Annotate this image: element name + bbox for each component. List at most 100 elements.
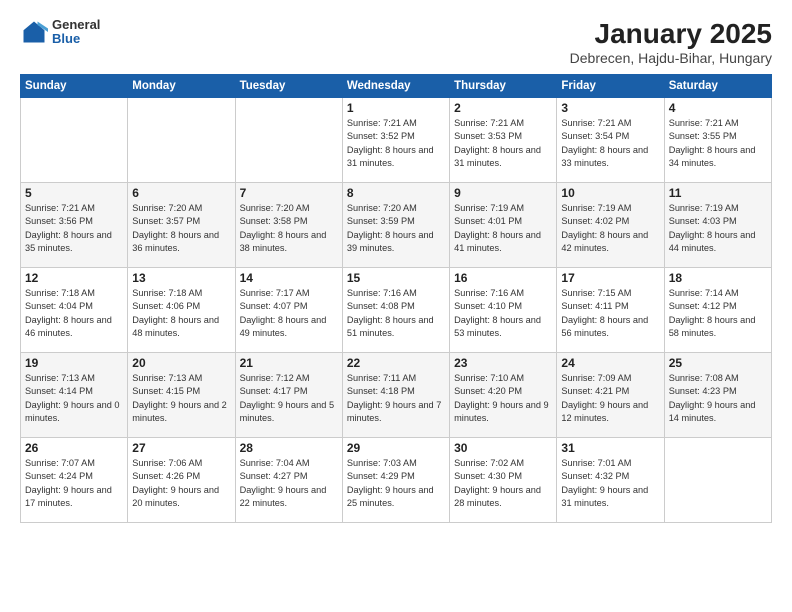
- day-number: 27: [132, 441, 230, 455]
- calendar-week-row: 12 Sunrise: 7:18 AM Sunset: 4:04 PM Dayli…: [21, 268, 772, 353]
- day-number: 29: [347, 441, 445, 455]
- day-number: 30: [454, 441, 552, 455]
- logo-blue: Blue: [52, 32, 100, 46]
- day-number: 11: [669, 186, 767, 200]
- calendar-week-row: 26 Sunrise: 7:07 AM Sunset: 4:24 PM Dayli…: [21, 438, 772, 523]
- weekday-header-row: Sunday Monday Tuesday Wednesday Thursday…: [21, 75, 772, 98]
- table-row: 31 Sunrise: 7:01 AM Sunset: 4:32 PM Dayli…: [557, 438, 664, 523]
- logo-text: General Blue: [52, 18, 100, 47]
- header-saturday: Saturday: [664, 75, 771, 98]
- table-row: [128, 98, 235, 183]
- table-row: 9 Sunrise: 7:19 AM Sunset: 4:01 PM Daylig…: [450, 183, 557, 268]
- calendar-subtitle: Debrecen, Hajdu-Bihar, Hungary: [570, 50, 772, 66]
- day-info: Sunrise: 7:03 AM Sunset: 4:29 PM Dayligh…: [347, 457, 445, 510]
- day-info: Sunrise: 7:21 AM Sunset: 3:54 PM Dayligh…: [561, 117, 659, 170]
- table-row: 18 Sunrise: 7:14 AM Sunset: 4:12 PM Dayli…: [664, 268, 771, 353]
- day-number: 12: [25, 271, 123, 285]
- table-row: 12 Sunrise: 7:18 AM Sunset: 4:04 PM Dayli…: [21, 268, 128, 353]
- day-number: 8: [347, 186, 445, 200]
- day-number: 1: [347, 101, 445, 115]
- day-info: Sunrise: 7:08 AM Sunset: 4:23 PM Dayligh…: [669, 372, 767, 425]
- table-row: 13 Sunrise: 7:18 AM Sunset: 4:06 PM Dayli…: [128, 268, 235, 353]
- table-row: 30Sunrise: 7:02 AM Sunset: 4:30 PM Dayli…: [450, 438, 557, 523]
- day-info: Sunrise: 7:07 AM Sunset: 4:24 PM Dayligh…: [25, 457, 123, 510]
- day-number: 13: [132, 271, 230, 285]
- calendar-week-row: 5 Sunrise: 7:21 AM Sunset: 3:56 PM Daylig…: [21, 183, 772, 268]
- day-info: Sunrise: 7:04 AM Sunset: 4:27 PM Dayligh…: [240, 457, 338, 510]
- calendar-week-row: 19 Sunrise: 7:13 AM Sunset: 4:14 PM Dayli…: [21, 353, 772, 438]
- day-number: 23: [454, 356, 552, 370]
- table-row: 26 Sunrise: 7:07 AM Sunset: 4:24 PM Dayli…: [21, 438, 128, 523]
- day-info: Sunrise: 7:18 AM Sunset: 4:04 PM Dayligh…: [25, 287, 123, 340]
- day-number: 26: [25, 441, 123, 455]
- day-number: 25: [669, 356, 767, 370]
- day-info: Sunrise: 7:20 AM Sunset: 3:59 PM Dayligh…: [347, 202, 445, 255]
- day-info: Sunrise: 7:11 AM Sunset: 4:18 PM Dayligh…: [347, 372, 445, 425]
- table-row: 16Sunrise: 7:16 AM Sunset: 4:10 PM Dayli…: [450, 268, 557, 353]
- day-number: 4: [669, 101, 767, 115]
- day-info: Sunrise: 7:14 AM Sunset: 4:12 PM Dayligh…: [669, 287, 767, 340]
- table-row: 10Sunrise: 7:19 AM Sunset: 4:02 PM Dayli…: [557, 183, 664, 268]
- table-row: 20 Sunrise: 7:13 AM Sunset: 4:15 PM Dayli…: [128, 353, 235, 438]
- header-wednesday: Wednesday: [342, 75, 449, 98]
- day-info: Sunrise: 7:20 AM Sunset: 3:58 PM Dayligh…: [240, 202, 338, 255]
- table-row: 1 Sunrise: 7:21 AM Sunset: 3:52 PM Daylig…: [342, 98, 449, 183]
- table-row: 28Sunrise: 7:04 AM Sunset: 4:27 PM Dayli…: [235, 438, 342, 523]
- day-info: Sunrise: 7:21 AM Sunset: 3:52 PM Dayligh…: [347, 117, 445, 170]
- day-number: 18: [669, 271, 767, 285]
- day-info: Sunrise: 7:19 AM Sunset: 4:01 PM Dayligh…: [454, 202, 552, 255]
- day-number: 5: [25, 186, 123, 200]
- table-row: 23 Sunrise: 7:10 AM Sunset: 4:20 PM Dayli…: [450, 353, 557, 438]
- day-number: 2: [454, 101, 552, 115]
- day-number: 15: [347, 271, 445, 285]
- table-row: 15 Sunrise: 7:16 AM Sunset: 4:08 PM Dayli…: [342, 268, 449, 353]
- table-row: 8 Sunrise: 7:20 AM Sunset: 3:59 PM Daylig…: [342, 183, 449, 268]
- day-info: Sunrise: 7:16 AM Sunset: 4:08 PM Dayligh…: [347, 287, 445, 340]
- day-info: Sunrise: 7:09 AM Sunset: 4:21 PM Dayligh…: [561, 372, 659, 425]
- day-number: 14: [240, 271, 338, 285]
- table-row: 5 Sunrise: 7:21 AM Sunset: 3:56 PM Daylig…: [21, 183, 128, 268]
- day-number: 3: [561, 101, 659, 115]
- day-number: 22: [347, 356, 445, 370]
- table-row: 25 Sunrise: 7:08 AM Sunset: 4:23 PM Dayli…: [664, 353, 771, 438]
- table-row: 19 Sunrise: 7:13 AM Sunset: 4:14 PM Dayli…: [21, 353, 128, 438]
- table-row: 21 Sunrise: 7:12 AM Sunset: 4:17 PM Dayli…: [235, 353, 342, 438]
- day-info: Sunrise: 7:12 AM Sunset: 4:17 PM Dayligh…: [240, 372, 338, 425]
- header: General Blue January 2025 Debrecen, Hajd…: [20, 18, 772, 66]
- table-row: 6 Sunrise: 7:20 AM Sunset: 3:57 PM Daylig…: [128, 183, 235, 268]
- day-info: Sunrise: 7:19 AM Sunset: 4:02 PM Dayligh…: [561, 202, 659, 255]
- day-info: Sunrise: 7:21 AM Sunset: 3:53 PM Dayligh…: [454, 117, 552, 170]
- table-row: 2 Sunrise: 7:21 AM Sunset: 3:53 PM Daylig…: [450, 98, 557, 183]
- calendar-title: January 2025: [570, 18, 772, 50]
- table-row: 22 Sunrise: 7:11 AM Sunset: 4:18 PM Dayli…: [342, 353, 449, 438]
- day-info: Sunrise: 7:19 AM Sunset: 4:03 PM Dayligh…: [669, 202, 767, 255]
- day-info: Sunrise: 7:13 AM Sunset: 4:15 PM Dayligh…: [132, 372, 230, 425]
- table-row: 4 Sunrise: 7:21 AM Sunset: 3:55 PM Daylig…: [664, 98, 771, 183]
- logo: General Blue: [20, 18, 100, 47]
- day-info: Sunrise: 7:06 AM Sunset: 4:26 PM Dayligh…: [132, 457, 230, 510]
- header-monday: Monday: [128, 75, 235, 98]
- day-number: 21: [240, 356, 338, 370]
- day-info: Sunrise: 7:18 AM Sunset: 4:06 PM Dayligh…: [132, 287, 230, 340]
- table-row: [664, 438, 771, 523]
- day-info: Sunrise: 7:21 AM Sunset: 3:55 PM Dayligh…: [669, 117, 767, 170]
- table-row: 27 Sunrise: 7:06 AM Sunset: 4:26 PM Dayli…: [128, 438, 235, 523]
- calendar-table: Sunday Monday Tuesday Wednesday Thursday…: [20, 74, 772, 523]
- day-number: 6: [132, 186, 230, 200]
- day-number: 31: [561, 441, 659, 455]
- table-row: 11 Sunrise: 7:19 AM Sunset: 4:03 PM Dayli…: [664, 183, 771, 268]
- day-info: Sunrise: 7:16 AM Sunset: 4:10 PM Dayligh…: [454, 287, 552, 340]
- logo-icon: [20, 18, 48, 46]
- calendar-week-row: 1 Sunrise: 7:21 AM Sunset: 3:52 PM Daylig…: [21, 98, 772, 183]
- day-number: 20: [132, 356, 230, 370]
- day-info: Sunrise: 7:20 AM Sunset: 3:57 PM Dayligh…: [132, 202, 230, 255]
- day-number: 19: [25, 356, 123, 370]
- day-number: 7: [240, 186, 338, 200]
- day-info: Sunrise: 7:10 AM Sunset: 4:20 PM Dayligh…: [454, 372, 552, 425]
- day-info: Sunrise: 7:21 AM Sunset: 3:56 PM Dayligh…: [25, 202, 123, 255]
- day-info: Sunrise: 7:01 AM Sunset: 4:32 PM Dayligh…: [561, 457, 659, 510]
- table-row: 29 Sunrise: 7:03 AM Sunset: 4:29 PM Dayli…: [342, 438, 449, 523]
- day-number: 9: [454, 186, 552, 200]
- day-info: Sunrise: 7:13 AM Sunset: 4:14 PM Dayligh…: [25, 372, 123, 425]
- day-number: 17: [561, 271, 659, 285]
